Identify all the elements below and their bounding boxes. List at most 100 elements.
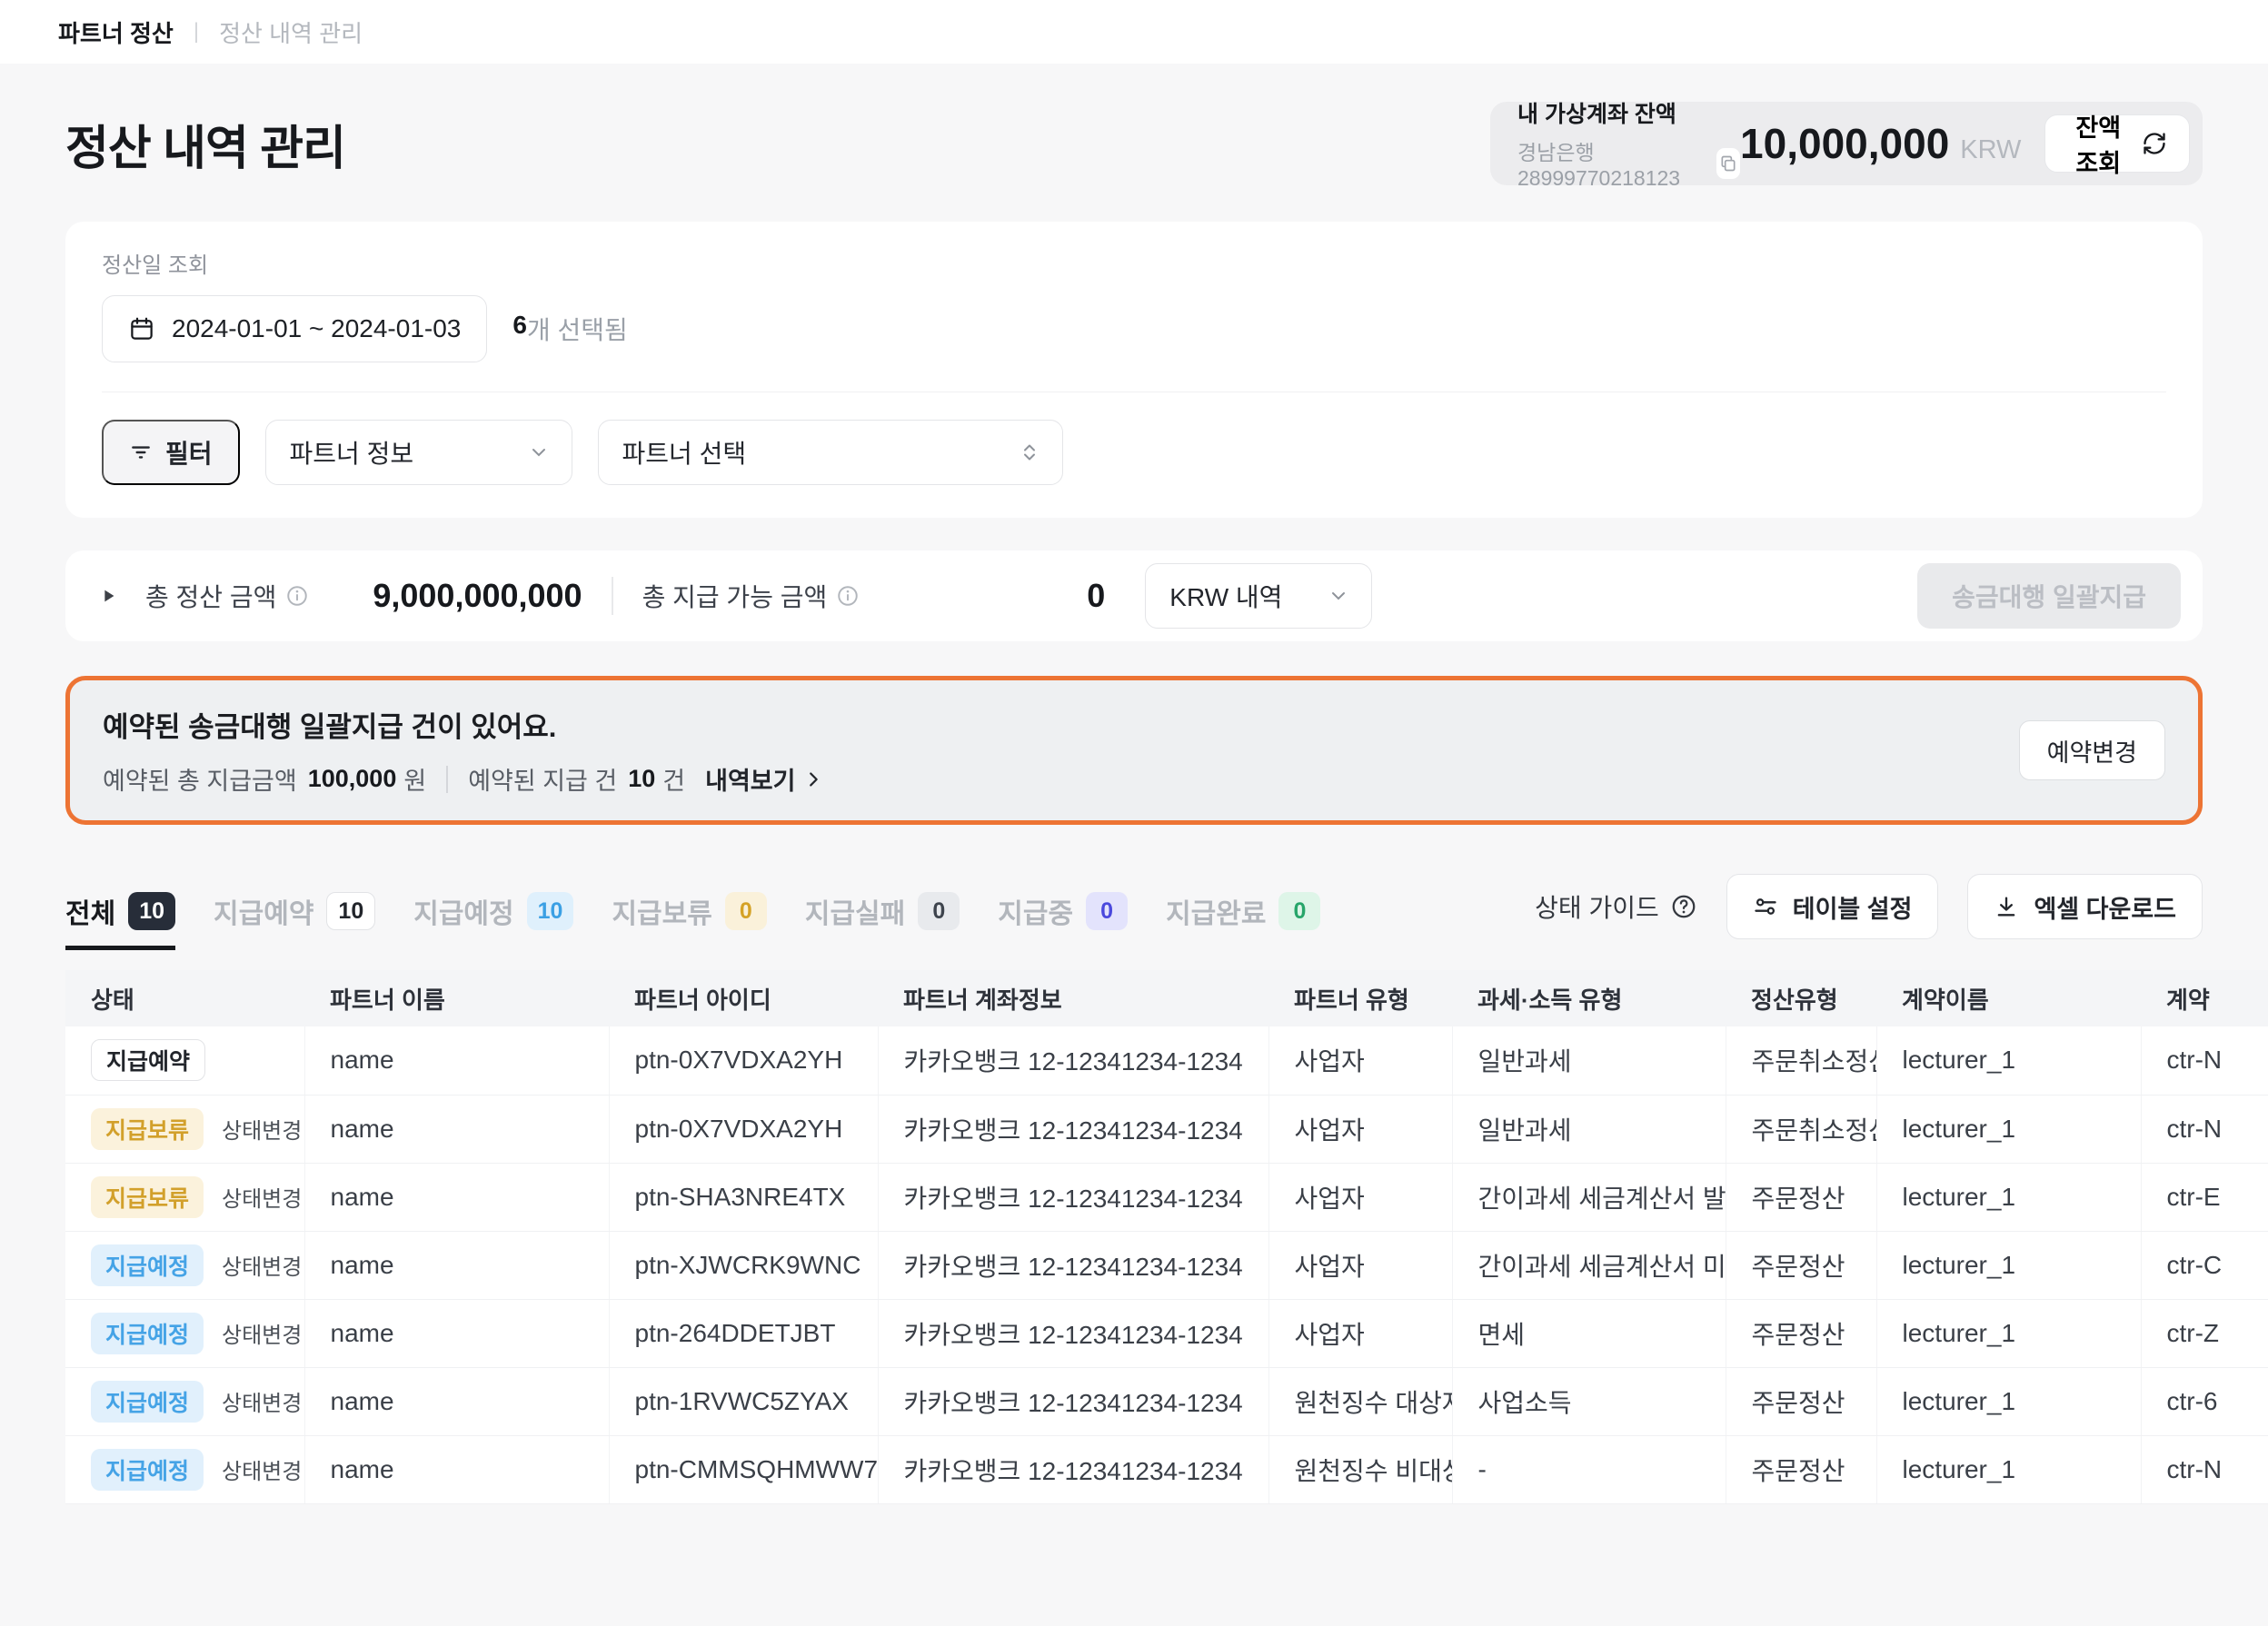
- status-change-button[interactable]: 상태변경: [222, 1113, 304, 1145]
- table-row[interactable]: 지급보류 상태변경 name ptn-0X7VDXA2YH 카카오뱅크 12-1…: [65, 1095, 2268, 1163]
- total-payable-label: 총 지급 가능 금액: [642, 578, 828, 614]
- date-range-value: 2024-01-01 ~ 2024-01-03: [172, 314, 461, 343]
- filter-button[interactable]: 필터: [102, 420, 240, 485]
- copy-account-button[interactable]: [1716, 148, 1740, 179]
- cell-contract-id: ctr-E: [2141, 1163, 2268, 1231]
- cell-settlement-type: 주문정산: [1726, 1299, 1876, 1367]
- tab-payment-in-progress[interactable]: 지급중 0: [998, 891, 1128, 950]
- breadcrumb-parent[interactable]: 파트너 정산: [58, 15, 174, 49]
- date-range-picker[interactable]: 2024-01-01 ~ 2024-01-03: [102, 295, 487, 362]
- tab-payment-scheduled[interactable]: 지급예정 10: [413, 891, 573, 950]
- cell-contract-id: ctr-N: [2141, 1095, 2268, 1163]
- refresh-icon: [2142, 131, 2167, 156]
- partner-select-dropdown-value: 파트너 선택: [622, 434, 747, 471]
- chevron-right-icon: [803, 769, 823, 789]
- currency-history-dropdown[interactable]: KRW 내역: [1145, 563, 1372, 629]
- cell-tax-type: -: [1452, 1435, 1726, 1503]
- reserved-count-unit: 건: [662, 761, 685, 797]
- reserved-count-value: 10: [628, 765, 655, 793]
- bank-account-number: 경남은행 28999770218123: [1517, 135, 1706, 191]
- status-badge: 지급보류: [91, 1108, 204, 1150]
- status-change-button[interactable]: 상태변경: [222, 1181, 304, 1213]
- sliders-icon: [1753, 894, 1778, 919]
- tab-payment-held[interactable]: 지급보류 0: [612, 891, 766, 950]
- cell-contract-name: lecturer_1: [1876, 1435, 2141, 1503]
- reserved-amount-value: 100,000: [308, 765, 397, 793]
- col-partner-id: 파트너 아이디: [609, 970, 878, 1026]
- col-contract-name: 계약이름: [1876, 970, 2141, 1026]
- top-bar: 파트너 정산 | 정산 내역 관리: [0, 0, 2268, 64]
- table-row[interactable]: 지급예정 상태변경 name ptn-XJWCRK9WNC 카카오뱅크 12-1…: [65, 1231, 2268, 1299]
- bulk-transfer-pay-button[interactable]: 송금대행 일괄지급: [1917, 563, 2181, 629]
- change-reservation-button[interactable]: 예약변경: [2019, 720, 2165, 780]
- cell-partner-id: ptn-1RVWC5ZYAX: [609, 1367, 878, 1435]
- cell-partner-type: 사업자: [1268, 1299, 1452, 1367]
- col-settlement-type: 정산유형: [1726, 970, 1876, 1026]
- cell-partner-name: name: [304, 1435, 609, 1503]
- cell-tax-type: 일반과세: [1452, 1095, 1726, 1163]
- cell-settlement-type: 주문취소정산: [1726, 1095, 1876, 1163]
- cell-settlement-type: 주문정산: [1726, 1367, 1876, 1435]
- cell-partner-account: 카카오뱅크 12-12341234-1234: [878, 1163, 1268, 1231]
- currency-history-value: KRW 내역: [1169, 578, 1282, 614]
- expand-caret-icon[interactable]: [98, 586, 118, 606]
- tab-payment-failed[interactable]: 지급실패 0: [805, 891, 960, 950]
- tab-count-badge: 10: [128, 892, 175, 930]
- cell-partner-name: name: [304, 1231, 609, 1299]
- filter-button-label: 필터: [165, 434, 213, 471]
- status-change-button[interactable]: 상태변경: [222, 1385, 304, 1417]
- partner-select-dropdown[interactable]: 파트너 선택: [598, 420, 1063, 485]
- banner-title: 예약된 송금대행 일괄지급 건이 있어요.: [103, 704, 823, 745]
- cell-settlement-type: 주문정산: [1726, 1231, 1876, 1299]
- status-change-button[interactable]: 상태변경: [222, 1453, 304, 1485]
- copy-icon: [1719, 154, 1737, 173]
- col-partner-name: 파트너 이름: [304, 970, 609, 1026]
- cell-partner-id: ptn-XJWCRK9WNC: [609, 1231, 878, 1299]
- cell-partner-type: 사업자: [1268, 1163, 1452, 1231]
- balance-label: 내 가상계좌 잔액: [1517, 96, 1740, 129]
- tab-label: 지급완료: [1166, 891, 1266, 931]
- table-row[interactable]: 지급예약 name ptn-0X7VDXA2YH 카카오뱅크 12-123412…: [65, 1026, 2268, 1095]
- table-row[interactable]: 지급보류 상태변경 name ptn-SHA3NRE4TX 카카오뱅크 12-1…: [65, 1163, 2268, 1231]
- status-guide-link[interactable]: 상태 가이드: [1535, 888, 1697, 925]
- cell-contract-id: ctr-6: [2141, 1367, 2268, 1435]
- cell-partner-id: ptn-0X7VDXA2YH: [609, 1026, 878, 1095]
- status-change-button[interactable]: 상태변경: [222, 1317, 304, 1349]
- table-row[interactable]: 지급예정 상태변경 name ptn-264DDETJBT 카카오뱅크 12-1…: [65, 1299, 2268, 1367]
- total-settlement-label: 총 정산 금액: [145, 578, 276, 614]
- table-row[interactable]: 지급예정 상태변경 name ptn-CMMSQHMWW7 카카오뱅크 12-1…: [65, 1435, 2268, 1503]
- partner-info-dropdown[interactable]: 파트너 정보: [265, 420, 572, 485]
- table-settings-button[interactable]: 테이블 설정: [1726, 874, 1939, 939]
- tab-payment-reserved[interactable]: 지급예약 10: [214, 891, 375, 950]
- cell-partner-account: 카카오뱅크 12-12341234-1234: [878, 1367, 1268, 1435]
- tab-label: 지급실패: [805, 891, 905, 931]
- tab-all[interactable]: 전체 10: [65, 891, 175, 950]
- cell-settlement-type: 주문정산: [1726, 1163, 1876, 1231]
- tab-payment-completed[interactable]: 지급완료 0: [1166, 891, 1320, 950]
- cell-partner-name: name: [304, 1095, 609, 1163]
- view-details-link[interactable]: 내역보기: [705, 761, 822, 797]
- cell-contract-id: ctr-N: [2141, 1435, 2268, 1503]
- cell-partner-type: 사업자: [1268, 1095, 1452, 1163]
- status-badge: 지급보류: [91, 1176, 204, 1218]
- virtual-account-balance-card: 내 가상계좌 잔액 경남은행 28999770218123 10,000,000…: [1490, 102, 2203, 185]
- total-settlement-value: 9,000,000,000: [373, 577, 582, 615]
- tab-count-badge: 0: [1278, 892, 1320, 930]
- table-row[interactable]: 지급예정 상태변경 name ptn-1RVWC5ZYAX 카카오뱅크 12-1…: [65, 1367, 2268, 1435]
- status-change-button[interactable]: 상태변경: [222, 1249, 304, 1281]
- balance-refresh-button[interactable]: 잔액조회: [2044, 114, 2190, 173]
- total-payable-value: 0: [1087, 577, 1105, 615]
- cell-settlement-type: 주문취소정산: [1726, 1026, 1876, 1095]
- cell-partner-id: ptn-264DDETJBT: [609, 1299, 878, 1367]
- cell-partner-type: 원천징수 비대상자: [1268, 1435, 1452, 1503]
- cell-partner-id: ptn-SHA3NRE4TX: [609, 1163, 878, 1231]
- breadcrumb-separator: |: [194, 19, 199, 45]
- col-contract: 계약: [2141, 970, 2268, 1026]
- excel-download-button[interactable]: 엑셀 다운로드: [1967, 874, 2203, 939]
- settlement-summary-card: 총 정산 금액 9,000,000,000 총 지급 가능 금액 0 KRW 내…: [65, 550, 2203, 641]
- cell-tax-type: 면세: [1452, 1299, 1726, 1367]
- cell-contract-name: lecturer_1: [1876, 1163, 2141, 1231]
- cell-contract-id: ctr-C: [2141, 1231, 2268, 1299]
- status-badge: 지급예정: [91, 1313, 204, 1354]
- cell-contract-name: lecturer_1: [1876, 1231, 2141, 1299]
